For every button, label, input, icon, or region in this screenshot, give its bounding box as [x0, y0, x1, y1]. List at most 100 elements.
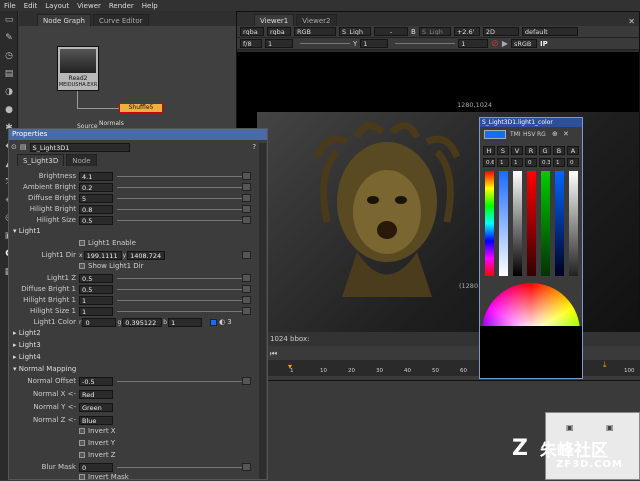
gain-slider[interactable] — [300, 43, 350, 44]
tab-node[interactable]: Node — [66, 154, 97, 166]
brightness-slider[interactable] — [117, 175, 247, 177]
menu-layout[interactable]: Layout — [45, 2, 69, 10]
menu-file[interactable]: File — [4, 2, 16, 10]
hilight-bright-field[interactable]: 0.8 — [79, 204, 113, 214]
hilight-size-slider[interactable] — [117, 219, 247, 221]
channel-v-value[interactable]: 1 — [511, 158, 523, 167]
gamma-value-field[interactable]: 1 — [360, 39, 389, 48]
light1-color-r-field[interactable]: 0 — [82, 317, 117, 327]
invert-y-checkbox[interactable]: Invert Y — [79, 439, 115, 447]
animation-button[interactable] — [242, 307, 251, 315]
channel-g-value[interactable]: 0.3 — [539, 158, 551, 167]
tab-viewer2[interactable]: Viewer2 — [296, 14, 337, 26]
hilight-size-1-field[interactable]: 1 — [79, 306, 113, 316]
ambient-bright-field[interactable]: 0.2 — [79, 182, 113, 192]
animation-button[interactable] — [242, 251, 251, 259]
blue-slider[interactable] — [555, 171, 564, 276]
clock-icon[interactable]: ◷ — [3, 51, 15, 61]
invert-x-checkbox[interactable]: Invert X — [79, 427, 116, 435]
light1-z-slider[interactable] — [117, 277, 247, 279]
menu-render[interactable]: Render — [109, 2, 134, 10]
menu-help[interactable]: Help — [142, 2, 158, 10]
view-mode-dropdown[interactable]: 2D — [482, 27, 519, 36]
animation-button[interactable] — [242, 377, 251, 385]
light2-section[interactable]: ▸ Light2 — [13, 329, 41, 337]
light3-section[interactable]: ▸ Light3 — [13, 341, 41, 349]
normal-offset-field[interactable]: -0.5 — [79, 376, 113, 386]
saturation-slider[interactable] — [499, 171, 508, 276]
menu-edit[interactable]: Edit — [24, 2, 38, 10]
properties-scrollbar[interactable] — [259, 143, 266, 479]
normal-offset-slider[interactable] — [117, 380, 247, 382]
normal-x-dropdown[interactable]: Red — [79, 389, 113, 399]
node-name-field[interactable]: S_Light3D1 — [29, 142, 130, 152]
compare-dropdown[interactable]: - — [374, 27, 408, 36]
channel-r-value[interactable]: 0 — [525, 158, 537, 167]
current-color-swatch[interactable] — [484, 130, 506, 139]
end-marker-icon[interactable]: ⤓ — [603, 360, 607, 370]
brightness-field[interactable]: 4.1 — [79, 171, 113, 181]
show-light1-dir-checkbox[interactable]: Show Light1 Dir — [79, 262, 143, 270]
hilight-bright-1-field[interactable]: 1 — [79, 295, 113, 305]
ip-button[interactable]: IP — [540, 40, 548, 48]
value-slider[interactable] — [513, 171, 522, 276]
diffuse-bright-slider[interactable] — [117, 197, 247, 199]
animation-button[interactable] — [242, 205, 251, 213]
tab-curve-editor[interactable]: Curve Editor — [92, 14, 149, 26]
tmi-button[interactable]: TMI — [510, 131, 521, 138]
stop-icon[interactable]: ⊘ — [491, 39, 499, 49]
b-input-dropdown[interactable]: S_Ligh — [418, 27, 451, 36]
color-wheel-icon[interactable]: ◐ — [219, 318, 225, 326]
animation-button[interactable] — [242, 463, 251, 471]
tab-s-light3d[interactable]: S_Light3D — [17, 154, 65, 166]
save-icon[interactable]: ▣ — [566, 423, 574, 432]
diffuse-bright-field[interactable]: 5 — [79, 193, 113, 203]
fstop-field[interactable]: f/8 — [240, 39, 262, 48]
image-icon[interactable]: ▭ — [3, 15, 15, 25]
hilight-size-field[interactable]: 0.5 — [79, 215, 113, 225]
tab-viewer1[interactable]: Viewer1 — [254, 14, 295, 26]
normal-z-dropdown[interactable]: Blue — [79, 415, 113, 425]
diffuse-bright-1-slider[interactable] — [117, 288, 247, 290]
hue-slider[interactable] — [485, 171, 494, 276]
lut-dropdown[interactable]: default — [521, 27, 578, 36]
render-icon[interactable]: ▣ — [606, 423, 614, 432]
normal-y-dropdown[interactable]: Green — [79, 402, 113, 412]
ambient-bright-slider[interactable] — [117, 186, 247, 188]
play-icon[interactable]: ▶ — [502, 39, 508, 48]
channels-dropdown[interactable]: rgba — [240, 27, 264, 36]
light1-section[interactable]: ▾ Light1 — [13, 227, 41, 235]
gain-field[interactable]: +2.6' — [453, 27, 480, 36]
hilight-bright-1-slider[interactable] — [117, 299, 247, 301]
invert-z-checkbox[interactable]: Invert Z — [79, 451, 116, 459]
animation-button[interactable] — [242, 274, 251, 282]
animation-button[interactable] — [242, 183, 251, 191]
brush-icon[interactable]: ✎ — [3, 33, 15, 43]
light1-color-b-field[interactable]: 1 — [168, 317, 203, 327]
blur-mask-field[interactable]: 0 — [79, 462, 113, 472]
light1-z-field[interactable]: 0.5 — [79, 273, 113, 283]
channel-s-value[interactable]: 1 — [497, 158, 509, 167]
light4-section[interactable]: ▸ Light4 — [13, 353, 41, 361]
rg-button[interactable]: RG — [537, 131, 546, 138]
light1-dir-y-field[interactable]: 1408.724 — [127, 250, 166, 260]
help-icon[interactable]: ? — [252, 143, 256, 151]
channel-h-value[interactable]: 0.6 — [483, 158, 495, 167]
circle-icon[interactable]: ● — [3, 105, 15, 115]
light1-dir-x-field[interactable]: 199.1111 — [83, 250, 122, 260]
green-slider[interactable] — [541, 171, 550, 276]
animation-button[interactable] — [242, 172, 251, 180]
channel-select-dropdown[interactable]: rgba — [267, 27, 291, 36]
hilight-bright-slider[interactable] — [117, 208, 247, 210]
light1-enable-checkbox[interactable]: Light1 Enable — [79, 239, 136, 247]
channel-a-value[interactable]: 0 — [567, 158, 579, 167]
light1-color-g-field[interactable]: 0.395122 — [122, 317, 163, 327]
channel-icon[interactable]: ▤ — [3, 69, 15, 79]
animation-button[interactable] — [242, 216, 251, 224]
gain-value-field[interactable]: 1 — [265, 39, 293, 48]
channel-b-value[interactable]: 1 — [553, 158, 565, 167]
display-lut-dropdown[interactable]: sRGB — [510, 39, 537, 48]
blur-mask-slider[interactable] — [117, 466, 247, 468]
gamma-slider[interactable] — [395, 43, 456, 44]
timeline-bar[interactable]: ▾ 1 10 20 30 40 50 60 70 80 90 100 ⤓ 100 — [268, 360, 640, 376]
